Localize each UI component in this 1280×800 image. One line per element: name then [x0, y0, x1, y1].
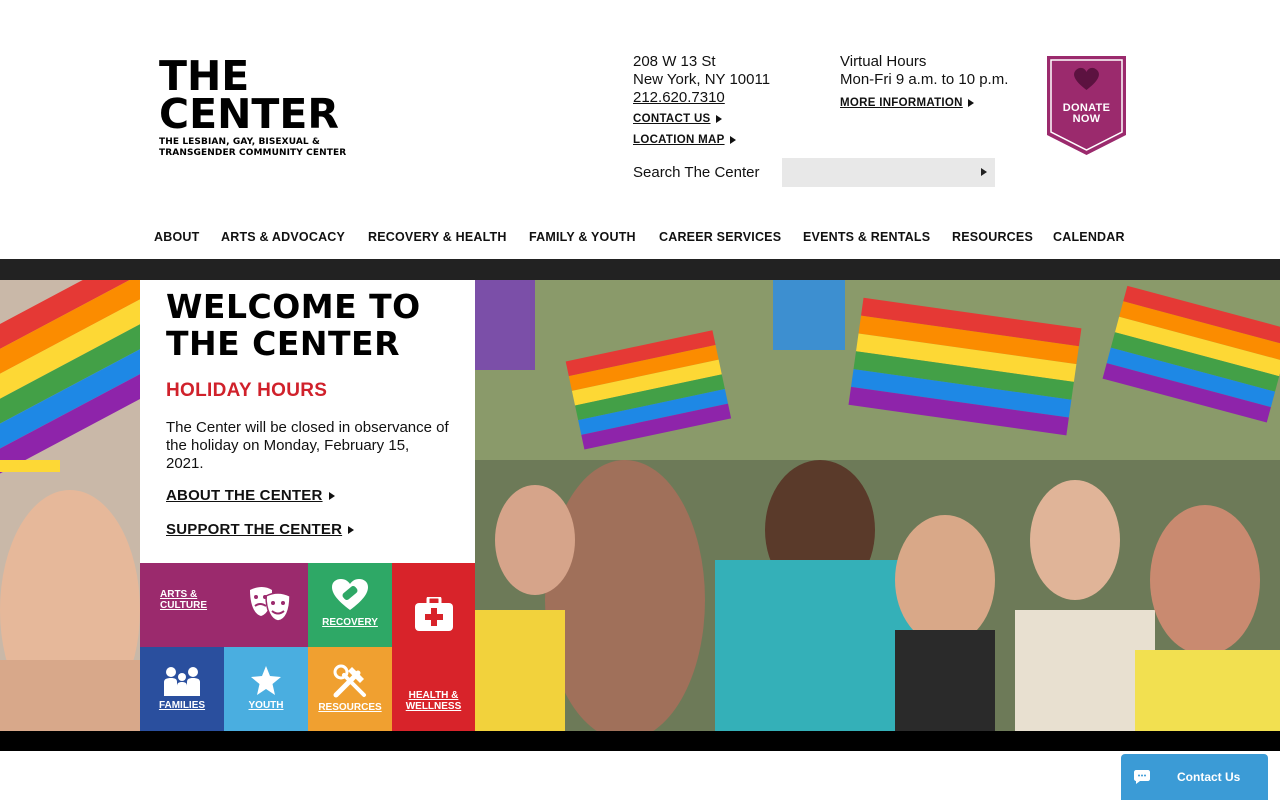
contact-us-chat-button[interactable]: Contact Us	[1121, 754, 1268, 800]
main-navigation: ABOUT ARTS & ADVOCACY RECOVERY & HEALTH …	[0, 230, 1280, 246]
tile-arts-culture-label: ARTS & CULTURE	[160, 589, 220, 611]
site-logo[interactable]: THE CENTER THE LESBIAN, GAY, BISEXUAL & …	[159, 56, 369, 159]
star-icon	[251, 666, 281, 695]
tile-arts-line-1: ARTS &	[160, 589, 198, 600]
tile-families-label: FAMILIES	[158, 700, 206, 711]
location-map-label: LOCATION MAP	[633, 134, 725, 146]
tile-health-line-2: WELLNESS	[405, 701, 462, 712]
tile-arts-culture[interactable]: ARTS & CULTURE	[140, 563, 308, 647]
support-the-center-link[interactable]: SUPPORT THE CENTER	[166, 521, 355, 538]
tile-health-label: HEALTH & WELLNESS	[392, 690, 475, 712]
logo-subtitle-2: TRANSGENDER COMMUNITY CENTER	[159, 148, 347, 158]
city-address: New York, NY 10011	[633, 71, 771, 88]
search-input[interactable]	[782, 158, 995, 187]
address-block: 208 W 13 St New York, NY 10011 212.620.7…	[633, 53, 770, 149]
theater-masks-icon	[250, 587, 291, 622]
search-bar: Search The Center	[633, 158, 995, 187]
tile-resources[interactable]: RESOURCES	[308, 647, 392, 731]
donate-line-2: NOW	[1072, 113, 1101, 125]
arrow-right-icon	[348, 525, 355, 534]
location-map-link[interactable]: LOCATION MAP	[633, 131, 736, 149]
tile-arts-line-2: CULTURE	[160, 600, 208, 611]
nav-item-calendar[interactable]: CALENDAR	[1053, 230, 1125, 244]
hours-block: Virtual Hours Mon-Fri 9 a.m. to 10 p.m. …	[840, 53, 1008, 112]
logo-line-2: CENTER	[159, 90, 339, 138]
holiday-notice-text: The Center will be closed in observance …	[166, 419, 449, 472]
family-icon	[164, 667, 200, 696]
phone-link[interactable]: 212.620.7310	[633, 89, 770, 107]
heart-bandage-icon	[332, 579, 368, 610]
nav-item-recovery-health[interactable]: RECOVERY & HEALTH	[368, 230, 507, 244]
chat-label: Contact Us	[1177, 770, 1241, 784]
pride-photo-left	[0, 280, 140, 731]
arrow-right-icon	[729, 136, 736, 144]
nav-item-events-rentals[interactable]: EVENTS & RENTALS	[803, 230, 930, 244]
tile-health-wellness[interactable]: HEALTH & WELLNESS	[392, 563, 475, 731]
tile-youth-label: YOUTH	[248, 700, 284, 711]
more-information-label: MORE INFORMATION	[840, 97, 963, 109]
arrow-right-icon	[328, 491, 335, 500]
tile-youth[interactable]: YOUTH	[224, 647, 308, 731]
contact-us-label: CONTACT US	[633, 113, 711, 125]
about-the-center-label: ABOUT THE CENTER	[166, 487, 323, 504]
tools-icon	[333, 664, 366, 698]
donate-now-button[interactable]: DONATE NOW	[1046, 55, 1127, 156]
about-the-center-link[interactable]: ABOUT THE CENTER	[166, 487, 335, 504]
first-aid-kit-icon	[415, 597, 453, 631]
nav-item-resources[interactable]: RESOURCES	[952, 230, 1033, 244]
arrow-right-icon	[967, 99, 974, 107]
nav-item-arts-advocacy[interactable]: ARTS & ADVOCACY	[221, 230, 345, 244]
hero-bottom-band	[0, 731, 1280, 751]
hours-title: Virtual Hours	[840, 53, 927, 70]
holiday-hours-heading: HOLIDAY HOURS	[166, 380, 328, 401]
search-label: Search The Center	[633, 164, 760, 181]
program-tiles: ARTS & CULTURE RECOVERY HEALTH & WELLNES…	[140, 563, 475, 731]
welcome-title-line-2: THE CENTER	[166, 324, 401, 363]
search-submit-icon[interactable]	[981, 168, 987, 176]
nav-item-career-services[interactable]: CAREER SERVICES	[659, 230, 781, 244]
arrow-right-icon	[715, 115, 722, 123]
contact-us-link[interactable]: CONTACT US	[633, 110, 722, 128]
more-information-link[interactable]: MORE INFORMATION	[840, 94, 974, 112]
tile-families[interactable]: FAMILIES	[140, 647, 224, 731]
tile-recovery-label: RECOVERY	[322, 617, 378, 628]
hero-top-band	[0, 259, 1280, 280]
tile-recovery[interactable]: RECOVERY	[308, 563, 392, 647]
tile-health-line-1: HEALTH &	[408, 690, 459, 701]
logo-subtitle-1: THE LESBIAN, GAY, BISEXUAL &	[159, 137, 320, 147]
welcome-panel: WELCOME TO THE CENTER HOLIDAY HOURS The …	[140, 280, 475, 563]
chat-bubble-icon	[1134, 770, 1150, 784]
nav-item-family-youth[interactable]: FAMILY & YOUTH	[529, 230, 636, 244]
support-the-center-label: SUPPORT THE CENTER	[166, 521, 343, 538]
donate-label: DONATE NOW	[1046, 103, 1127, 125]
welcome-title-line-1: WELCOME TO	[166, 287, 421, 326]
hours-times: Mon-Fri 9 a.m. to 10 p.m.	[840, 71, 1009, 88]
nav-item-about[interactable]: ABOUT	[154, 230, 199, 244]
street-address: 208 W 13 St	[633, 53, 716, 70]
pride-crowd-photo	[475, 280, 1280, 731]
tile-resources-label: RESOURCES	[318, 702, 382, 713]
